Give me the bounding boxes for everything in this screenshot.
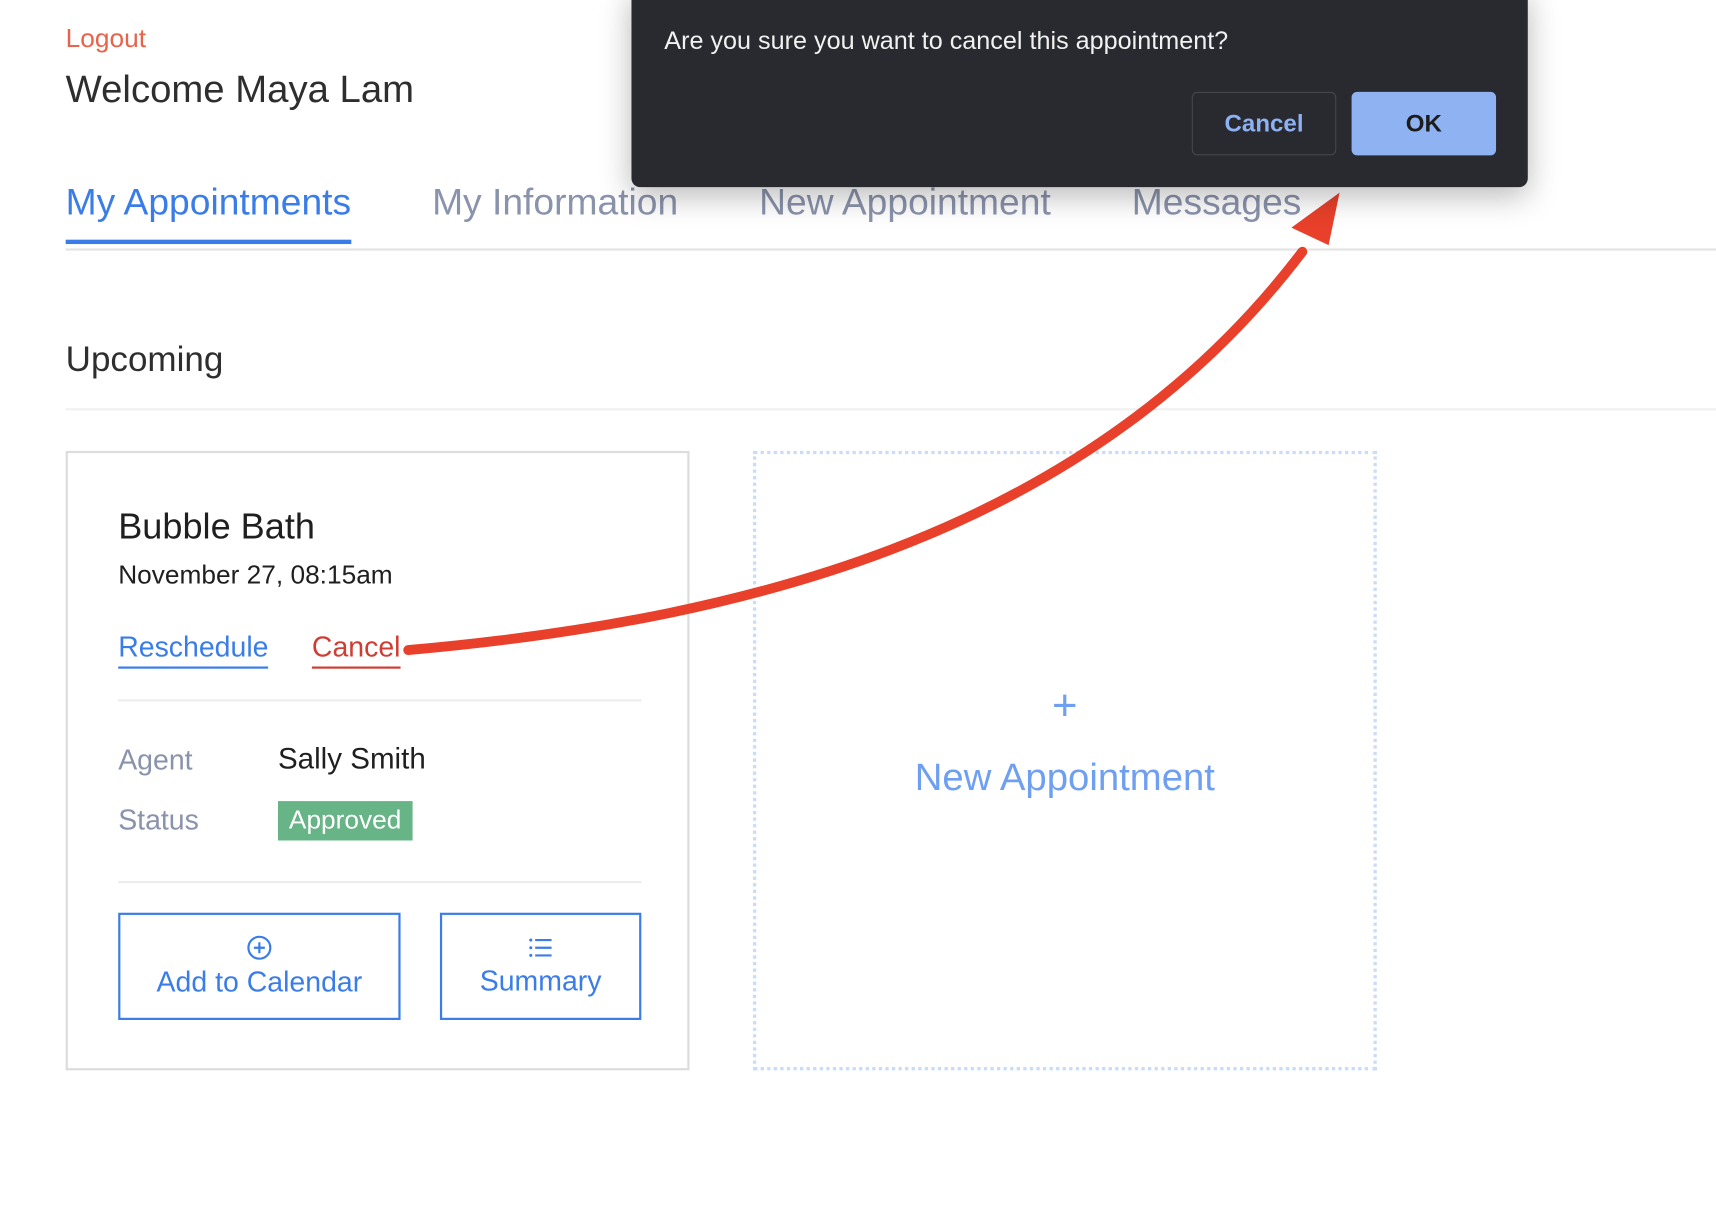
dialog-cancel-button[interactable]: Cancel xyxy=(1191,91,1337,156)
new-appointment-tile[interactable]: + New Appointment xyxy=(752,450,1377,1071)
page: Logout Welcome Maya Lam My Appointments … xyxy=(0,0,1716,1212)
agent-label: Agent xyxy=(118,743,193,776)
tab-messages[interactable]: Messages xyxy=(1132,182,1302,244)
tabs-divider xyxy=(65,248,1716,251)
summary-button[interactable]: Summary xyxy=(439,912,642,1020)
card-divider xyxy=(118,880,642,884)
dialog-ok-button[interactable]: OK xyxy=(1351,91,1497,156)
status-badge: Approved xyxy=(277,801,413,841)
plus-circle-icon xyxy=(246,934,272,960)
section-title-upcoming: Upcoming xyxy=(65,339,224,379)
tab-my-information[interactable]: My Information xyxy=(432,182,678,244)
card-divider xyxy=(118,699,642,702)
tab-my-appointments[interactable]: My Appointments xyxy=(65,182,352,245)
new-appointment-label: New Appointment xyxy=(914,756,1215,799)
dialog-message: Are you sure you want to cancel this app… xyxy=(664,26,1229,55)
status-label: Status xyxy=(118,803,199,837)
agent-value: Sally Smith xyxy=(277,742,426,775)
list-icon xyxy=(528,935,554,959)
tab-bar: My Appointments My Information New Appoi… xyxy=(65,182,1383,245)
appointment-card: Bubble Bath November 27, 08:15am Resched… xyxy=(65,450,690,1071)
confirm-dialog: Are you sure you want to cancel this app… xyxy=(631,0,1528,188)
logout-link[interactable]: Logout xyxy=(66,24,146,55)
appointment-datetime: November 27, 08:15am xyxy=(118,560,393,590)
plus-icon: + xyxy=(1052,681,1078,730)
tab-new-appointment[interactable]: New Appointment xyxy=(759,182,1051,244)
summary-label: Summary xyxy=(479,963,602,997)
add-to-calendar-button[interactable]: Add to Calendar xyxy=(118,912,401,1020)
add-to-calendar-label: Add to Calendar xyxy=(156,964,363,998)
cancel-appointment-link[interactable]: Cancel xyxy=(311,630,401,669)
appointment-title: Bubble Bath xyxy=(118,505,315,547)
section-divider xyxy=(65,408,1716,411)
reschedule-link[interactable]: Reschedule xyxy=(118,630,269,669)
welcome-heading: Welcome Maya Lam xyxy=(65,67,415,111)
